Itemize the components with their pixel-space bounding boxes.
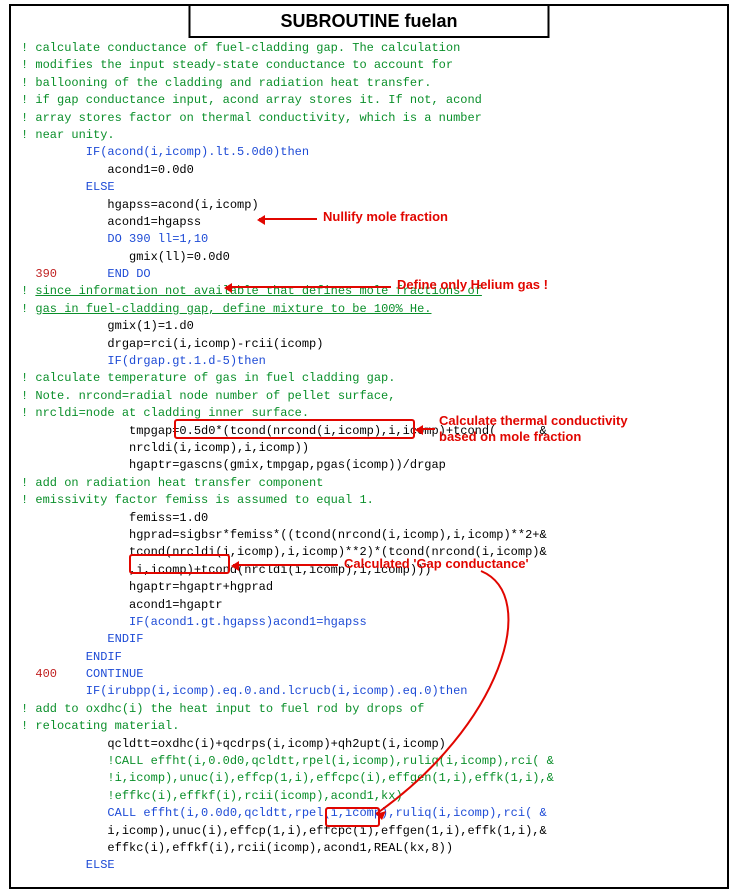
code-line: ! xyxy=(21,284,35,298)
code-line: ! modifies the input steady-state conduc… xyxy=(21,58,453,72)
code-line: !i,icomp),unuc(i),effcp(1,i),effcpc(i),e… xyxy=(21,771,554,785)
code-line: ! xyxy=(21,302,35,316)
code-line: ENDIF xyxy=(21,632,143,646)
code-line: qcldtt=oxdhc(i)+qcdrps(i,icomp)+qh2upt(i… xyxy=(21,737,446,751)
code-line: ! Note. nrcond=radial node number of pel… xyxy=(21,389,395,403)
arrow-helium xyxy=(226,286,391,288)
code-line: ! calculate temperature of gas in fuel c… xyxy=(21,371,395,385)
code-line: gmix(ll)=0.0d0 xyxy=(21,250,230,264)
code-line: ! calculate conductance of fuel-cladding… xyxy=(21,41,460,55)
box-gascns-call xyxy=(174,419,415,439)
title-box: SUBROUTINE fuelan xyxy=(188,4,549,38)
box-acond1-arg xyxy=(325,807,380,827)
code-line: ! emissivity factor femiss is assumed to… xyxy=(21,493,374,507)
code-line: !effkc(i),effkf(i),rcii(icomp),acond1,kx… xyxy=(21,789,403,803)
code-line: gas in fuel-cladding gap, define mixture… xyxy=(35,302,431,316)
code-line: CONTINUE xyxy=(57,667,143,681)
code-line: IF(drgap.gt.1.d-5)then xyxy=(21,354,266,368)
code-line: hgaptr=hgaptr+hgprad xyxy=(21,580,273,594)
code-line: i,icomp),unuc(i),effcp(1,i),effcpc(i),ef… xyxy=(21,824,547,838)
code-line: ! ballooning of the cladding and radiati… xyxy=(21,76,431,90)
code-line: tcond(nrcldi(i,icomp),i,icomp)**2)*(tcon… xyxy=(21,545,547,559)
code-line: femiss=1.d0 xyxy=(21,511,208,525)
code-line: drgap=rci(i,icomp)-rcii(icomp) xyxy=(21,337,323,351)
code-line: ENDIF xyxy=(21,650,122,664)
code-block: ! calculate conductance of fuel-cladding… xyxy=(21,40,717,875)
code-line: gmix(1)=1.d0 xyxy=(21,319,194,333)
code-line: ! add on radiation heat transfer compone… xyxy=(21,476,323,490)
code-line: END DO xyxy=(57,267,151,281)
arrow-conductivity xyxy=(417,428,435,430)
arrow-nullify xyxy=(259,218,317,220)
code-line: effkc(i),effkf(i),rcii(icomp),acond1,REA… xyxy=(21,841,453,855)
code-line: ELSE xyxy=(21,858,115,872)
code-line: acond1=hgapss xyxy=(21,215,201,229)
code-line: ELSE xyxy=(21,180,115,194)
code-line: !CALL effht(i,0.0d0,qcldtt,rpel(i,icomp)… xyxy=(21,754,554,768)
code-line: DO 390 ll=1,10 xyxy=(21,232,208,246)
code-line: hgprad=sigbsr*femiss*((tcond(nrcond(i,ic… xyxy=(21,528,547,542)
box-acond1-assign xyxy=(129,554,230,574)
code-line: IF(acond(i,icomp).lt.5.0d0)then xyxy=(21,145,309,159)
arrow-gap xyxy=(233,564,338,566)
code-line: acond1=0.0d0 xyxy=(21,163,194,177)
code-line: IF(irubpp(i,icomp).eq.0.and.lcrucb(i,ico… xyxy=(21,684,467,698)
code-line: ! near unity. xyxy=(21,128,115,142)
code-line: ! if gap conductance input, acond array … xyxy=(21,93,482,107)
code-line: ! relocating material. xyxy=(21,719,179,733)
code-line: hgaptr=gascns(gmix,tmpgap,pgas(icomp))/d… xyxy=(21,458,446,472)
code-line: hgapss=acond(i,icomp) xyxy=(21,198,259,212)
document-frame: SUBROUTINE fuelan Nullify mole fraction … xyxy=(9,4,729,889)
code-line: IF(acond1.gt.hgapss)acond1=hgapss xyxy=(21,615,367,629)
code-line: ! array stores factor on thermal conduct… xyxy=(21,111,482,125)
code-label: 390 xyxy=(21,267,57,281)
code-line: ! add to oxdhc(i) the heat input to fuel… xyxy=(21,702,424,716)
code-line: nrcldi(i,icomp),i,icomp)) xyxy=(21,441,309,455)
code-label: 400 xyxy=(21,667,57,681)
code-line: CALL effht(i,0.0d0,qcldtt,rpel(i,icomp),… xyxy=(21,806,547,820)
code-line: acond1=hgaptr xyxy=(21,598,223,612)
